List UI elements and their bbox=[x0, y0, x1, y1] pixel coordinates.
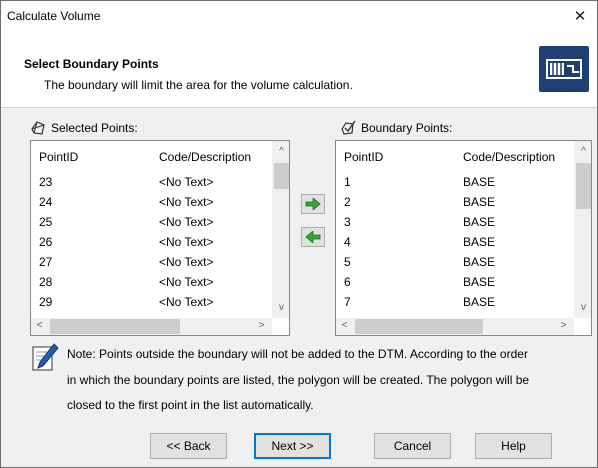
scroll-left-icon[interactable]: < bbox=[336, 319, 353, 333]
wizard-header: Select Boundary Points The boundary will… bbox=[1, 31, 597, 108]
point-description: BASE bbox=[463, 175, 496, 189]
table-row[interactable]: 24 <No Text> bbox=[31, 193, 289, 211]
arrow-right-icon bbox=[305, 198, 321, 210]
polygon-check-icon bbox=[340, 120, 356, 136]
next-button[interactable]: Next >> bbox=[254, 433, 331, 459]
point-id: 24 bbox=[39, 195, 53, 209]
scroll-thumb[interactable] bbox=[355, 319, 483, 334]
point-description: <No Text> bbox=[159, 195, 214, 209]
calculate-volume-dialog: Calculate Volume ✕ Select Boundary Point… bbox=[0, 0, 598, 468]
scroll-right-icon[interactable]: > bbox=[253, 319, 270, 333]
table-row[interactable]: 25 <No Text> bbox=[31, 213, 289, 231]
note-pencil-icon bbox=[30, 342, 60, 372]
point-id: 1 bbox=[344, 175, 351, 189]
add-to-boundary-button[interactable] bbox=[301, 194, 325, 214]
boundary-icon bbox=[539, 46, 589, 92]
scroll-right-icon[interactable]: > bbox=[555, 319, 572, 333]
column-header-description[interactable]: Code/Description bbox=[159, 150, 251, 164]
point-id: 25 bbox=[39, 215, 53, 229]
scroll-thumb[interactable] bbox=[274, 163, 289, 189]
point-description: <No Text> bbox=[159, 275, 214, 289]
scroll-up-icon[interactable]: ^ bbox=[575, 145, 591, 159]
back-button[interactable]: << Back bbox=[150, 433, 227, 459]
page-title: Select Boundary Points bbox=[24, 57, 159, 71]
selected-points-text: Selected Points: bbox=[51, 121, 138, 135]
horizontal-scrollbar[interactable]: < > bbox=[336, 318, 574, 335]
arrow-left-icon bbox=[305, 231, 321, 243]
point-id: 4 bbox=[344, 235, 351, 249]
horizontal-scrollbar[interactable]: < > bbox=[31, 318, 272, 335]
point-id: 2 bbox=[344, 195, 351, 209]
point-id: 6 bbox=[344, 275, 351, 289]
point-description: BASE bbox=[463, 235, 496, 249]
title-bar: Calculate Volume ✕ bbox=[1, 1, 597, 31]
table-row[interactable]: 4 BASE bbox=[336, 233, 591, 251]
page-subtitle: The boundary will limit the area for the… bbox=[44, 78, 353, 92]
point-id: 5 bbox=[344, 255, 351, 269]
scroll-left-icon[interactable]: < bbox=[31, 319, 48, 333]
point-id: 23 bbox=[39, 175, 53, 189]
scroll-up-icon[interactable]: ^ bbox=[273, 145, 289, 159]
point-id: 27 bbox=[39, 255, 53, 269]
column-header-pointid[interactable]: PointID bbox=[344, 150, 383, 164]
cancel-button[interactable]: Cancel bbox=[374, 433, 451, 459]
point-id: 3 bbox=[344, 215, 351, 229]
point-id: 28 bbox=[39, 275, 53, 289]
note-line-1: Note: Points outside the boundary will n… bbox=[67, 347, 528, 361]
table-row[interactable]: 3 BASE bbox=[336, 213, 591, 231]
selected-points-list[interactable]: PointID Code/Description 23 <No Text> 24… bbox=[30, 140, 290, 336]
list-header: PointID Code/Description bbox=[31, 141, 289, 167]
selected-points-label: Selected Points: bbox=[30, 120, 138, 136]
column-header-pointid[interactable]: PointID bbox=[39, 150, 78, 164]
point-description: BASE bbox=[463, 195, 496, 209]
point-id: 29 bbox=[39, 295, 53, 309]
vertical-scrollbar[interactable]: ^ v bbox=[272, 141, 289, 318]
table-row[interactable]: 29 <No Text> bbox=[31, 293, 289, 311]
point-id: 26 bbox=[39, 235, 53, 249]
close-icon[interactable]: ✕ bbox=[567, 4, 593, 28]
scroll-down-icon[interactable]: v bbox=[575, 301, 591, 315]
table-row[interactable]: 28 <No Text> bbox=[31, 273, 289, 291]
point-id: 7 bbox=[344, 295, 351, 309]
scroll-thumb[interactable] bbox=[50, 319, 180, 334]
scroll-thumb[interactable] bbox=[576, 163, 591, 209]
boundary-points-text: Boundary Points: bbox=[361, 121, 453, 135]
boundary-points-label: Boundary Points: bbox=[340, 120, 452, 136]
point-description: <No Text> bbox=[159, 295, 214, 309]
point-description: <No Text> bbox=[159, 255, 214, 269]
table-row[interactable]: 5 BASE bbox=[336, 253, 591, 271]
boundary-points-list[interactable]: PointID Code/Description 1 BASE 2 BASE 3… bbox=[335, 140, 592, 336]
remove-from-boundary-button[interactable] bbox=[301, 227, 325, 247]
table-row[interactable]: 2 BASE bbox=[336, 193, 591, 211]
table-row[interactable]: 1 BASE bbox=[336, 173, 591, 191]
polygon-icon bbox=[30, 120, 46, 136]
point-description: <No Text> bbox=[159, 175, 214, 189]
point-description: BASE bbox=[463, 215, 496, 229]
window-title: Calculate Volume bbox=[7, 9, 101, 23]
note-line-3: closed to the first point in the list au… bbox=[67, 398, 314, 412]
table-row[interactable]: 27 <No Text> bbox=[31, 253, 289, 271]
column-header-description[interactable]: Code/Description bbox=[463, 150, 555, 164]
list-header: PointID Code/Description bbox=[336, 141, 591, 167]
help-button[interactable]: Help bbox=[475, 433, 552, 459]
point-description: <No Text> bbox=[159, 215, 214, 229]
vertical-scrollbar[interactable]: ^ v bbox=[574, 141, 591, 318]
table-row[interactable]: 7 BASE bbox=[336, 293, 591, 311]
point-description: <No Text> bbox=[159, 235, 214, 249]
point-description: BASE bbox=[463, 255, 496, 269]
table-row[interactable]: 26 <No Text> bbox=[31, 233, 289, 251]
table-row[interactable]: 6 BASE bbox=[336, 273, 591, 291]
scroll-down-icon[interactable]: v bbox=[273, 301, 289, 315]
note-line-2: in which the boundary points are listed,… bbox=[67, 373, 530, 387]
table-row[interactable]: 23 <No Text> bbox=[31, 173, 289, 191]
point-description: BASE bbox=[463, 275, 496, 289]
point-description: BASE bbox=[463, 295, 496, 309]
